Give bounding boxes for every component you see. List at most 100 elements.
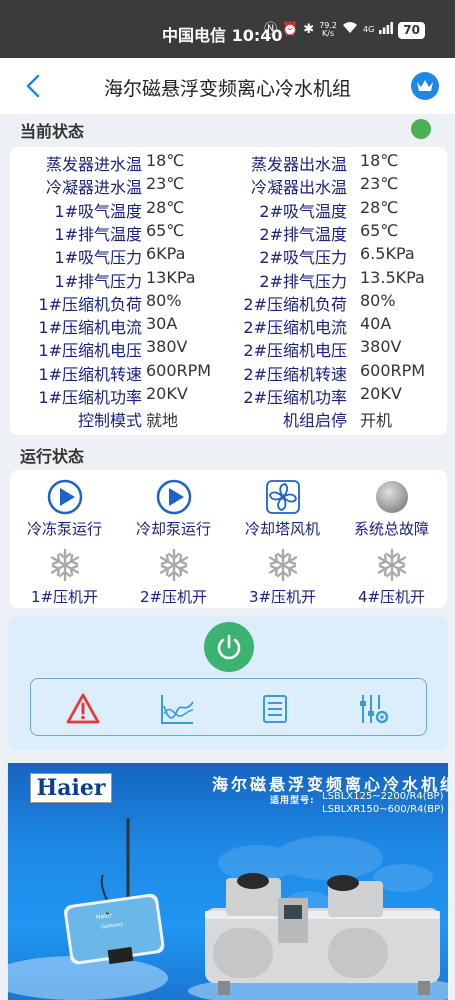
param-value: 30A	[146, 314, 178, 334]
status-item-label: 3#压机开	[248, 588, 317, 606]
status-item: 冷却塔风机	[228, 479, 337, 539]
param-label: 1#压缩机负荷	[38, 294, 142, 314]
param-row: 1#压缩机电压 380V 2#压缩机电压 380V	[10, 337, 447, 360]
status-item: 冷冻泵运行	[10, 479, 119, 539]
status-item-label: 系统总故障	[353, 520, 429, 538]
snowflake-icon	[265, 547, 301, 583]
settings-sliders-icon[interactable]	[355, 692, 391, 726]
param-value: 就地	[146, 411, 179, 431]
status-item: 3#压机开	[228, 547, 337, 607]
param-label: 机组启停	[282, 411, 347, 431]
param-value: 600RPM	[360, 360, 426, 380]
status-item-label: 冷却泵运行	[135, 520, 211, 538]
param-value: 20KV	[146, 384, 188, 403]
snowflake-icon	[156, 547, 192, 583]
param-row: 1#吸气压力 6KPa 2#吸气压力 6.5KPa	[10, 244, 447, 267]
running-status-heading: 运行状态	[20, 447, 85, 466]
param-value: 13KPa	[146, 267, 196, 287]
status-item: 4#压机开	[337, 547, 446, 607]
fan-icon	[265, 479, 301, 515]
param-value: 开机	[360, 411, 393, 431]
tool-bar	[30, 678, 427, 736]
param-label: 1#压缩机电压	[38, 341, 142, 361]
param-value: 380V	[360, 337, 402, 357]
param-row: 蒸发器进水温 18℃ 蒸发器出水温 18℃	[10, 151, 447, 174]
title-bar: 海尔磁悬浮变频离心冷水机组	[0, 58, 455, 114]
param-value: 80%	[146, 290, 182, 310]
param-label: 1#吸气温度	[54, 201, 142, 221]
current-status-heading: 当前状态	[20, 122, 85, 141]
running-status-card: 冷冻泵运行 冷却泵运行 冷却塔风机 系统总故障 1#压机开 2#压机开 3#压机开 4#压机开	[10, 470, 447, 608]
nfc-icon: Ⓝ	[264, 22, 278, 37]
model-1: LSBLX125~2200/R4(BP)	[322, 791, 444, 802]
param-value: 23℃	[146, 174, 185, 194]
status-item: 1#压机开	[10, 547, 119, 607]
status-item-label: 4#压机开	[357, 588, 426, 606]
param-label: 2#压缩机功率	[243, 388, 347, 407]
param-value: 13.5KPa	[360, 267, 425, 287]
param-label: 1#压缩机功率	[38, 388, 142, 407]
status-item-label: 冷冻泵运行	[26, 520, 102, 538]
param-row: 1#压缩机功率 20KV 2#压缩机功率 20KV	[10, 384, 447, 407]
param-label: 冷凝器出水温	[250, 178, 347, 198]
power-icon[interactable]	[204, 622, 254, 672]
network-type: 4G	[363, 25, 375, 34]
param-row: 1#吸气温度 28℃ 2#吸气温度 28℃	[10, 198, 447, 221]
page-title: 海尔磁悬浮变频离心冷水机组	[103, 78, 351, 100]
param-label: 1#压缩机转速	[38, 364, 142, 384]
param-label: 冷凝器进水温	[45, 178, 142, 198]
crown-icon[interactable]	[411, 72, 439, 100]
product-banner: Haier 海尔磁悬浮变频离心冷水机组 适用型号: LSBLX125~2200/…	[8, 763, 448, 1000]
param-value: 80%	[360, 290, 396, 310]
param-label: 2#压缩机电压	[243, 341, 347, 361]
status-item: 系统总故障	[337, 479, 446, 539]
param-value: 380V	[146, 337, 188, 357]
battery-level: 70	[398, 21, 425, 39]
snowflake-icon	[374, 547, 410, 583]
param-row: 1#压缩机负荷 80% 2#压缩机负荷 80%	[10, 291, 447, 314]
param-label: 2#压缩机负荷	[243, 294, 347, 314]
model-2: LSBLXR150~600/R4(BP)	[322, 804, 445, 815]
status-item-label: 1#压机开	[30, 588, 99, 606]
trend-chart-icon[interactable]	[159, 692, 195, 726]
param-label: 2#吸气温度	[259, 201, 347, 221]
param-value: 28℃	[146, 197, 185, 217]
alarm-icon: ⏰	[282, 22, 299, 37]
param-row: 1#压缩机转速 600RPM 2#压缩机转速 600RPM	[10, 361, 447, 384]
play-icon	[47, 479, 83, 515]
status-bar: 中国电信 10:40 Ⓝ ⏰ ✱ 79.2 K/s 4G 70	[0, 0, 455, 58]
status-item: 冷却泵运行	[119, 479, 228, 539]
param-row: 冷凝器进水温 23℃ 冷凝器出水温 23℃	[10, 174, 447, 197]
param-value: 40A	[360, 314, 392, 334]
bluetooth-icon: ✱	[303, 22, 315, 37]
param-value: 6KPa	[146, 244, 186, 264]
status-item-label: 2#压机开	[139, 588, 208, 606]
param-value: 20KV	[360, 384, 402, 403]
status-item-label: 冷却塔风机	[244, 520, 320, 538]
status-item: 2#压机开	[119, 547, 228, 607]
play-icon	[156, 479, 192, 515]
param-label: 1#排气压力	[54, 271, 142, 291]
warning-icon[interactable]	[65, 692, 101, 726]
param-value: 28℃	[360, 197, 399, 217]
param-row: 控制模式 就地 机组启停 开机	[10, 407, 447, 430]
list-icon[interactable]	[257, 692, 293, 726]
param-value: 18℃	[146, 151, 185, 170]
param-row: 1#排气温度 65℃ 2#排气温度 65℃	[10, 221, 447, 244]
control-panel	[8, 616, 448, 750]
param-label: 2#排气压力	[259, 271, 347, 291]
param-label: 2#压缩机电流	[243, 318, 347, 338]
param-row: 1#排气压力 13KPa 2#排气压力 13.5KPa	[10, 268, 447, 291]
param-value: 23℃	[360, 174, 399, 194]
param-value: 6.5KPa	[360, 244, 415, 264]
param-value: 18℃	[360, 151, 399, 170]
param-label: 蒸发器出水温	[250, 155, 347, 174]
param-label: 控制模式	[77, 411, 142, 431]
param-label: 2#排气温度	[259, 224, 347, 244]
param-label: 2#压缩机转速	[243, 364, 347, 384]
snowflake-icon	[47, 547, 83, 583]
model-label: 适用型号:	[270, 796, 315, 806]
speed-indicator: 79.2 K/s	[319, 22, 337, 38]
haier-logo: Haier	[30, 773, 112, 803]
speed-unit: K/s	[322, 29, 335, 38]
